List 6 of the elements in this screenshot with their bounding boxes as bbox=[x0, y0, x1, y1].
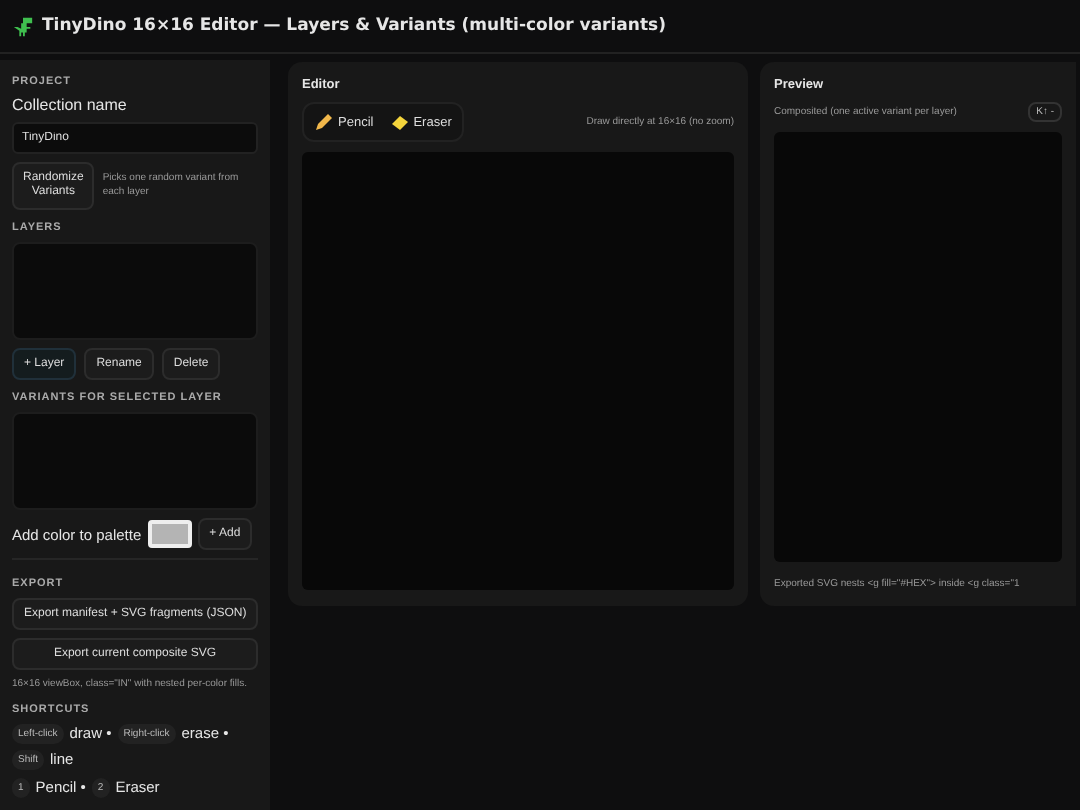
field-label: Collection name bbox=[12, 96, 129, 114]
window-title: TinyDino 16×16 Editor — Layers & Variants (multi-color variants) bbox=[42, 16, 666, 36]
color-swatch[interactable] bbox=[147, 520, 192, 549]
eraser-icon bbox=[389, 112, 410, 132]
dinosaur-icon bbox=[12, 15, 34, 37]
pencil-icon bbox=[314, 112, 334, 132]
